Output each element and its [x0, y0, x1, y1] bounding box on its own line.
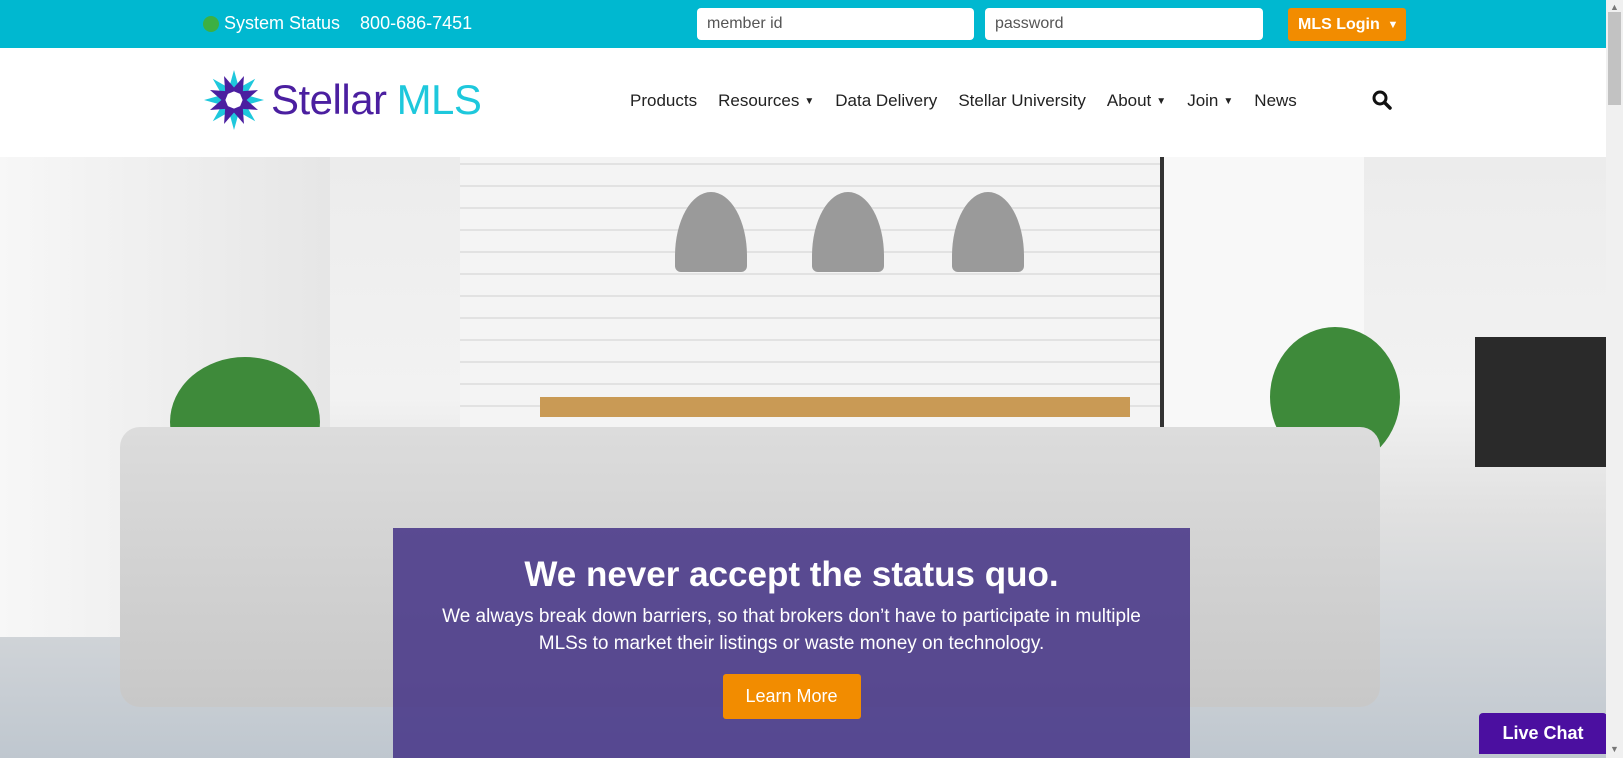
- phone-number[interactable]: 800-686-7451: [360, 13, 472, 34]
- nav-item-join[interactable]: Join ▼: [1187, 91, 1233, 111]
- logo-text-mls: MLS: [396, 76, 482, 123]
- system-status-link[interactable]: System Status 800-686-7451: [203, 13, 472, 34]
- primary-nav: Products Resources ▼ Data Delivery Stella…: [630, 91, 1318, 111]
- system-status-label: System Status: [224, 13, 341, 33]
- nav-item-stellar-university[interactable]: Stellar University: [958, 91, 1086, 111]
- nav-label: Data Delivery: [835, 91, 938, 110]
- nav-label: About: [1106, 91, 1152, 110]
- chevron-down-icon: ▼: [804, 95, 815, 107]
- live-chat-button[interactable]: Live Chat: [1479, 713, 1607, 754]
- hero-image-brick-wall: [460, 157, 1160, 427]
- scroll-up-arrow-icon[interactable]: ▲: [1606, 2, 1623, 12]
- nav-label: News: [1254, 91, 1297, 110]
- learn-more-button[interactable]: Learn More: [722, 674, 861, 719]
- mls-login-label: MLS Login: [1298, 15, 1380, 33]
- status-indicator-icon: [203, 15, 219, 32]
- password-input[interactable]: [985, 8, 1263, 40]
- hero-banner: We never accept the status quo. We alway…: [0, 157, 1606, 758]
- nav-item-resources[interactable]: Resources ▼: [718, 91, 814, 111]
- search-icon[interactable]: [1372, 90, 1392, 115]
- login-dropdown-caret-icon[interactable]: ▼: [1380, 19, 1406, 31]
- scroll-down-arrow-icon[interactable]: ▼: [1606, 744, 1623, 754]
- nav-item-news[interactable]: News: [1254, 91, 1297, 111]
- chevron-down-icon: ▼: [1156, 95, 1167, 107]
- hero-image-stairs: [1475, 337, 1606, 467]
- mls-login-button[interactable]: MLS Login ▼: [1288, 8, 1406, 41]
- chevron-down-icon: ▼: [1223, 95, 1234, 107]
- nav-label: Resources: [718, 91, 800, 110]
- stellar-mls-logo[interactable]: Stellar MLS: [203, 69, 482, 131]
- top-bar: System Status 800-686-7451 MLS Login ▼: [0, 0, 1606, 48]
- member-id-input[interactable]: [697, 8, 974, 40]
- star-logo-icon: [204, 70, 264, 130]
- hero-headline: We never accept the status quo.: [524, 555, 1059, 594]
- nav-item-products[interactable]: Products: [630, 91, 697, 111]
- vertical-scrollbar[interactable]: ▲ ▼: [1606, 0, 1623, 758]
- hero-image-counter: [540, 397, 1130, 417]
- scrollbar-thumb[interactable]: [1608, 12, 1621, 105]
- logo-text-stellar: Stellar: [271, 76, 387, 123]
- page: System Status 800-686-7451 MLS Login ▼: [0, 0, 1606, 758]
- nav-item-data-delivery[interactable]: Data Delivery: [835, 91, 937, 111]
- hero-subtext: We always break down barriers, so that b…: [442, 606, 1141, 654]
- main-navbar: Stellar MLS Products Resources ▼ Data Deli…: [0, 48, 1606, 158]
- hero-message-panel: We never accept the status quo. We alway…: [393, 528, 1190, 758]
- nav-label: Join: [1187, 91, 1219, 110]
- nav-item-about[interactable]: About ▼: [1107, 91, 1166, 111]
- nav-label: Stellar University: [958, 91, 1086, 110]
- nav-label: Products: [630, 91, 698, 110]
